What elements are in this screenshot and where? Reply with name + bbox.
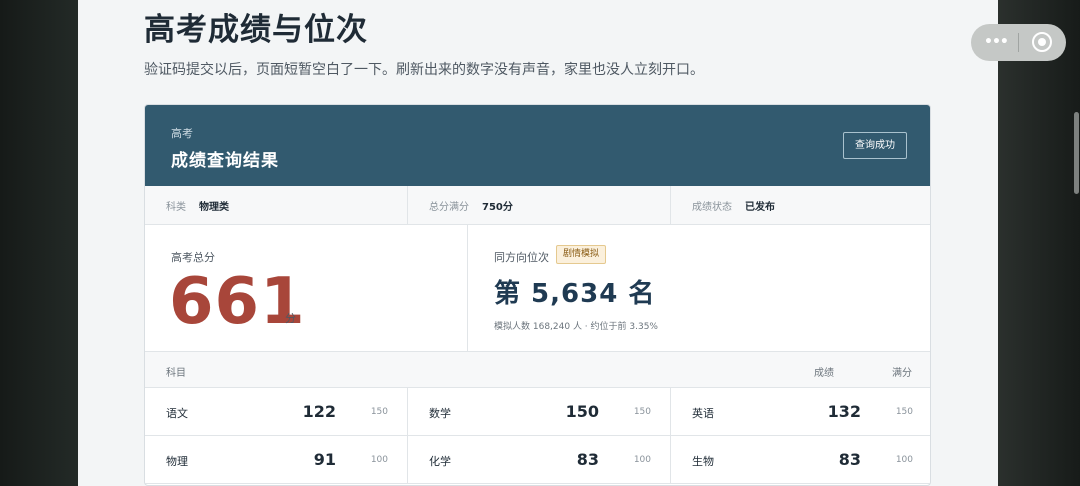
- card-header-title: 成绩查询结果: [171, 151, 279, 171]
- page-subtitle: 验证码提交以后，页面短暂空白了一下。刷新出来的数字没有声音，家里也没人立刻开口。: [144, 62, 704, 78]
- subject-table-header: 科目 成绩 满分: [145, 352, 930, 388]
- subject-cell: 化学 83 100: [407, 436, 670, 484]
- rank-note: 模拟人数 168,240 人 · 约位于前 3.35%: [494, 322, 658, 332]
- subject-score: 91: [313, 450, 336, 469]
- background-left: [0, 0, 78, 486]
- info-value: 物理类: [199, 202, 229, 213]
- more-dots-icon[interactable]: •••: [984, 32, 1009, 52]
- card-header-eyebrow: 高考: [171, 127, 193, 140]
- subject-name: 英语: [692, 407, 714, 420]
- rank-panel: 同方向位次 剧情模拟 第 5,634 名 模拟人数 168,240 人 · 约位…: [468, 225, 930, 352]
- card-header: 高考 成绩查询结果 查询成功: [145, 105, 930, 186]
- info-key: 总分满分: [429, 202, 469, 213]
- subject-cell: 语文 122 150: [145, 388, 407, 436]
- subject-cell: 物理 91 100: [145, 436, 407, 484]
- rank-label: 同方向位次: [494, 251, 549, 264]
- page-title: 高考成绩与位次: [144, 12, 368, 48]
- subject-name: 物理: [166, 455, 188, 468]
- info-cell-status: 成绩状态 已发布: [670, 186, 930, 225]
- table-row: 语文 122 150 数学 150 150 英语 132 150: [145, 388, 930, 436]
- subject-max: 150: [633, 407, 651, 417]
- subject-score: 122: [302, 402, 336, 421]
- subject-name: 生物: [692, 455, 714, 468]
- subject-cell: 生物 83 100: [670, 436, 930, 484]
- table-row: 物理 91 100 化学 83 100 生物 83 100: [145, 436, 930, 484]
- column-subject: 科目: [166, 368, 186, 379]
- info-value: 750分: [482, 202, 513, 213]
- info-key: 成绩状态: [692, 202, 732, 213]
- subject-max: 100: [895, 455, 913, 465]
- info-row: 科类 物理类 总分满分 750分 成绩状态 已发布: [145, 186, 930, 225]
- info-cell-full-score: 总分满分 750分: [407, 186, 670, 225]
- page-content: 高考成绩与位次 验证码提交以后，页面短暂空白了一下。刷新出来的数字没有声音，家里…: [78, 0, 998, 486]
- subject-cell: 英语 132 150: [670, 388, 930, 436]
- total-score-panel: 高考总分 661 分: [145, 225, 468, 352]
- rank-value: 第 5,634 名: [494, 279, 656, 309]
- subject-score: 83: [576, 450, 599, 469]
- column-score: 成绩: [814, 368, 834, 379]
- subject-score: 150: [565, 402, 599, 421]
- info-cell-category: 科类 物理类: [145, 186, 407, 225]
- miniprogram-capsule: •••: [971, 24, 1066, 61]
- result-card: 高考 成绩查询结果 查询成功 科类 物理类 总分满分 750分 成绩状态 已发布…: [144, 104, 931, 486]
- total-score-label: 高考总分: [171, 251, 215, 264]
- subject-name: 语文: [166, 407, 188, 420]
- subject-cell: 数学 150 150: [407, 388, 670, 436]
- scrollbar[interactable]: [1074, 112, 1079, 194]
- column-max: 满分: [892, 368, 912, 379]
- subject-max: 100: [370, 455, 388, 465]
- subject-name: 数学: [429, 407, 451, 420]
- subject-max: 100: [633, 455, 651, 465]
- total-score-value: 661: [169, 265, 306, 339]
- subject-score: 132: [827, 402, 861, 421]
- background-right: [998, 0, 1080, 486]
- info-value: 已发布: [745, 202, 775, 213]
- target-circle-icon[interactable]: [1032, 32, 1052, 52]
- simulation-badge: 剧情模拟: [556, 245, 607, 264]
- subject-max: 150: [895, 407, 913, 417]
- total-score-unit: 分: [285, 312, 296, 325]
- capsule-divider: [1018, 33, 1019, 52]
- subject-name: 化学: [429, 455, 451, 468]
- query-status-button[interactable]: 查询成功: [843, 132, 907, 159]
- subject-max: 150: [370, 407, 388, 417]
- info-key: 科类: [166, 202, 186, 213]
- subject-score: 83: [838, 450, 861, 469]
